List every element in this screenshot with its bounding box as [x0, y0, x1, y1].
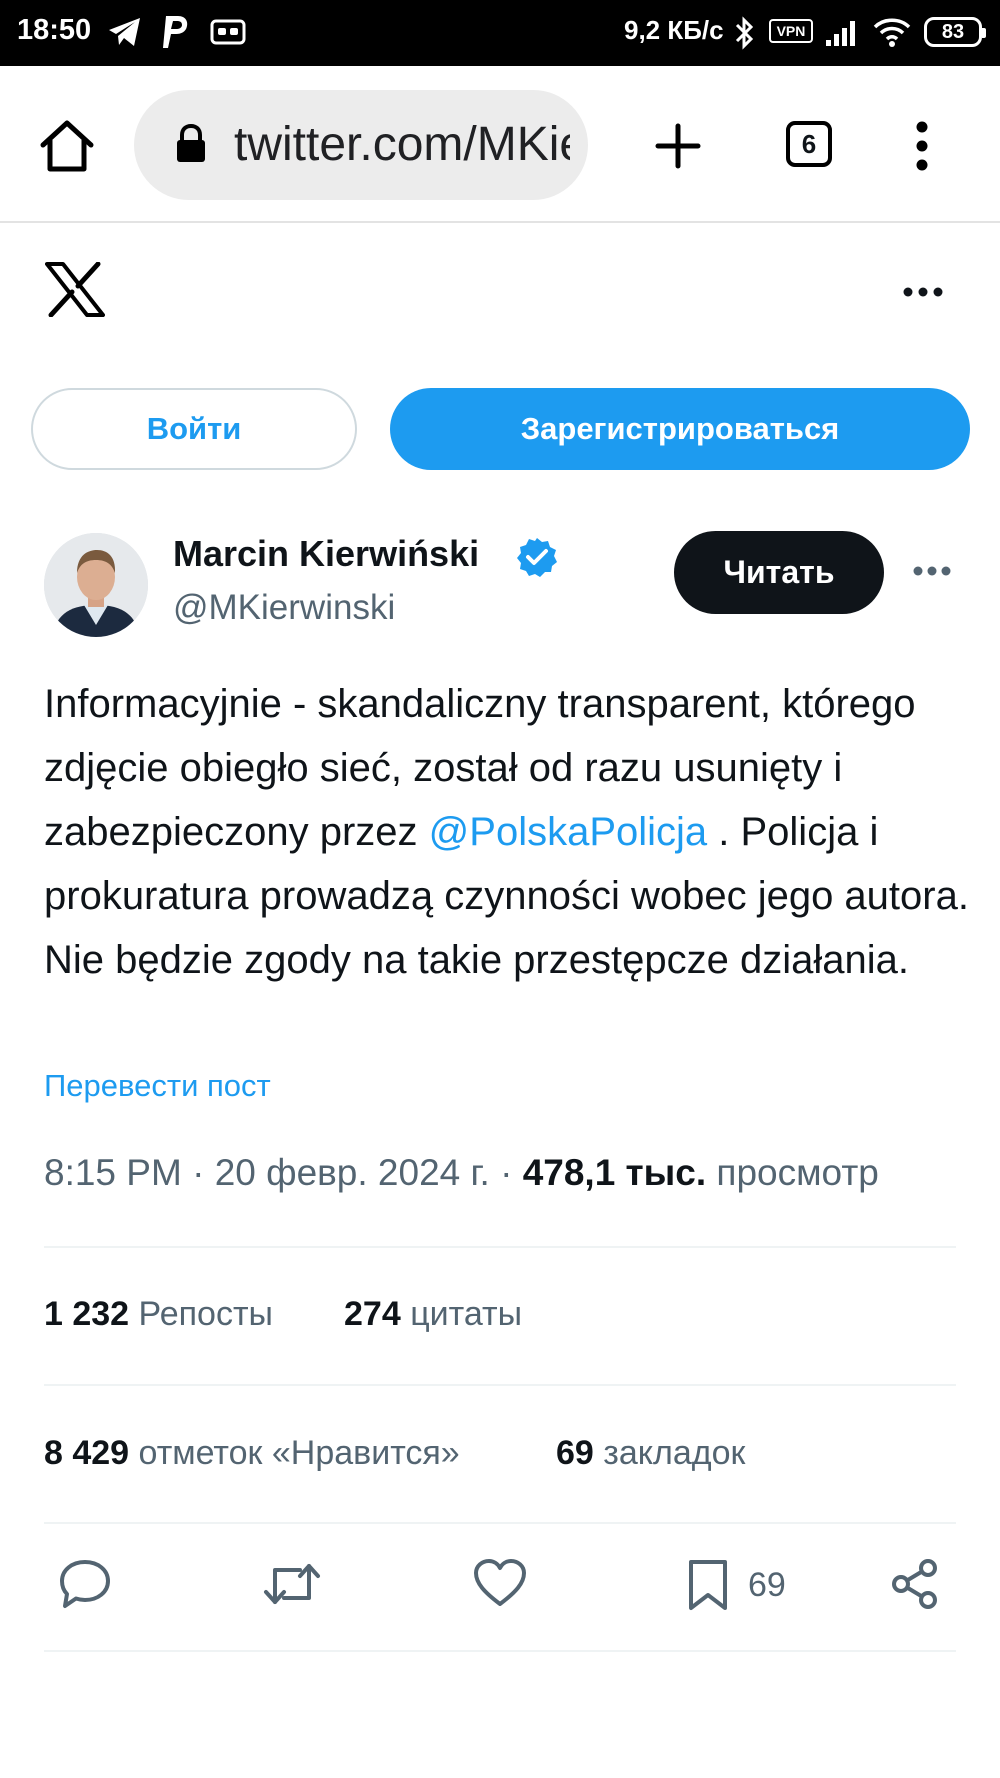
wifi-icon [873, 18, 911, 47]
views-label: просмотр [716, 1152, 879, 1193]
browser-toolbar: twitter.com/MKierwinski 6 [0, 66, 1000, 223]
likes-count: 8 429 [44, 1434, 130, 1472]
avatar-portrait [44, 533, 148, 637]
divider [44, 1650, 956, 1652]
quotes-stat[interactable]: 274 цитаты [344, 1295, 522, 1334]
divider [44, 1522, 956, 1524]
reply-icon[interactable] [58, 1558, 112, 1610]
share-icon[interactable] [890, 1558, 940, 1610]
quotes-count: 274 [344, 1295, 401, 1333]
telegram-icon [109, 18, 140, 46]
reposts-label: Репосты [138, 1295, 273, 1333]
bookmark-icon[interactable] [686, 1558, 730, 1612]
ruble-app-icon [163, 16, 188, 48]
quotes-label: цитаты [410, 1295, 523, 1333]
tweet-date[interactable]: 20 февр. 2024 г. [215, 1152, 490, 1193]
url-text[interactable]: twitter.com/MKierwinski [234, 117, 570, 172]
author-handle[interactable]: @MKierwinski [173, 588, 395, 628]
tweet-time[interactable]: 8:15 PM [44, 1152, 182, 1193]
divider [44, 1384, 956, 1386]
new-tab-icon[interactable] [654, 122, 702, 170]
x-logo-icon[interactable] [45, 262, 105, 317]
browser-menu-icon[interactable] [912, 120, 932, 172]
mention-link[interactable]: @PolskaPolicja [429, 810, 708, 854]
login-button[interactable]: Войти [31, 388, 357, 470]
likes-stat[interactable]: 8 429 отметок «Нравится» [44, 1434, 460, 1473]
bookmarks-stat[interactable]: 69 закладок [556, 1434, 745, 1473]
vpn-icon: VPN [769, 19, 813, 43]
home-icon[interactable] [38, 118, 96, 174]
bookmarks-count: 69 [556, 1434, 594, 1472]
bookmark-action-count: 69 [748, 1566, 786, 1604]
status-bar: 18:50 9,2 КБ/с VPN 83 [0, 0, 1000, 66]
tweet-meta: 8:15 PM · 20 февр. 2024 г. · 478,1 тыс. … [44, 1152, 879, 1194]
tab-switcher-button[interactable]: 6 [786, 121, 832, 167]
author-name[interactable]: Marcin Kierwiński [173, 533, 479, 575]
views-count: 478,1 тыс. [522, 1152, 707, 1193]
meta-separator: · [181, 1152, 215, 1193]
meta-separator: · [489, 1152, 523, 1193]
translate-post-link[interactable]: Перевести пост [44, 1068, 271, 1104]
network-speed: 9,2 КБ/с [624, 15, 724, 45]
likes-label: отметок «Нравится» [138, 1434, 460, 1472]
author-avatar[interactable] [44, 533, 148, 637]
like-icon[interactable] [472, 1558, 528, 1608]
bookmarks-label: закладок [603, 1434, 746, 1472]
lock-icon [177, 123, 205, 162]
reposts-stat[interactable]: 1 232 Репосты [44, 1295, 273, 1334]
divider [44, 1246, 956, 1248]
battery-icon: 83 [924, 17, 986, 47]
header-more-icon[interactable] [902, 286, 944, 298]
follow-button[interactable]: Читать [674, 531, 884, 614]
signal-icon [826, 21, 855, 46]
bluetooth-icon [735, 16, 754, 50]
signup-button[interactable]: Зарегистрироваться [390, 388, 970, 470]
verified-badge-icon [517, 538, 557, 577]
tweet-more-icon[interactable] [912, 565, 952, 577]
reposts-count: 1 232 [44, 1295, 130, 1333]
status-time: 18:50 [17, 14, 92, 46]
tweet-text: Informacyjnie - skandaliczny transparent… [44, 672, 974, 992]
address-bar[interactable]: twitter.com/MKierwinski [134, 90, 588, 200]
repost-icon[interactable] [262, 1558, 322, 1610]
vr-glasses-icon [210, 19, 246, 45]
